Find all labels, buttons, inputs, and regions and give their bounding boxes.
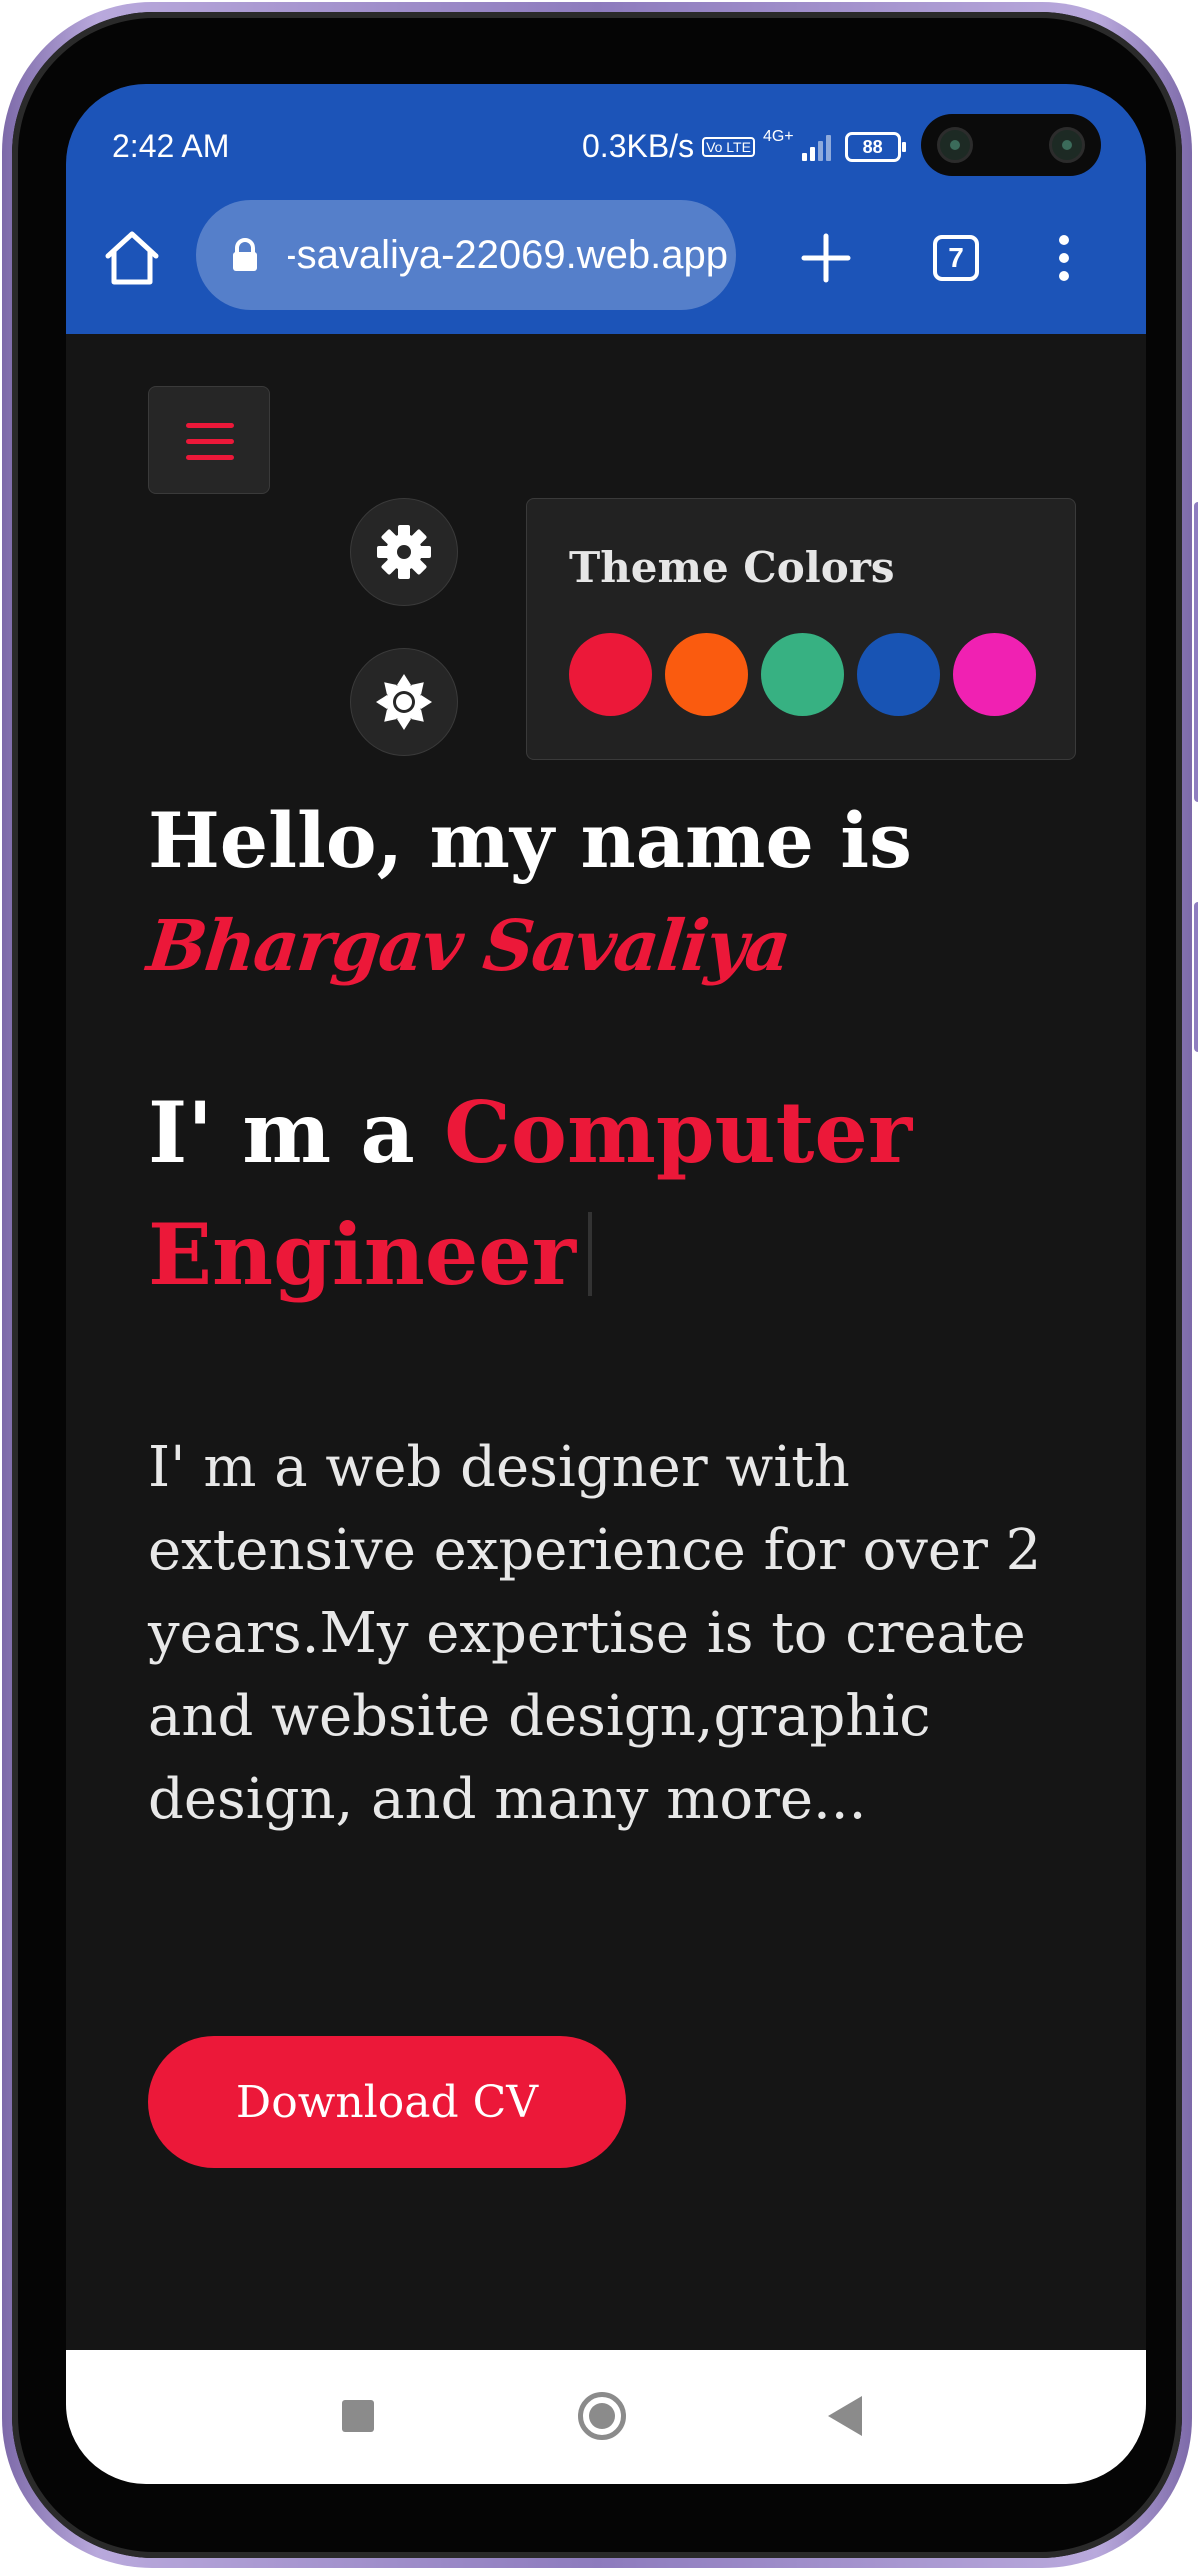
plus-icon[interactable] <box>794 226 858 290</box>
bio-text: I' m a web designer with extensive exper… <box>148 1435 1042 1832</box>
swatch-green[interactable] <box>761 633 844 716</box>
color-swatches <box>569 633 1036 716</box>
swatch-pink[interactable] <box>953 633 1036 716</box>
more-vert-icon[interactable] <box>1032 226 1096 290</box>
net-speed: 0.3KB/s <box>582 128 695 164</box>
gear-icon <box>377 525 431 579</box>
volume-button <box>1194 502 1198 802</box>
menu-bar <box>186 423 234 428</box>
power-button <box>1194 902 1198 1052</box>
greeting: Hello, my name is <box>148 796 912 885</box>
recents-icon[interactable] <box>342 2400 374 2432</box>
volte-icon: Vo LTE <box>702 136 755 157</box>
url-text: bhargav-savaliya-22069.web.app <box>288 233 728 277</box>
menu-bar <box>186 455 234 460</box>
nav-home-icon[interactable] <box>578 2392 626 2440</box>
role-prefix: I' m a <box>148 1083 445 1182</box>
home-icon[interactable] <box>100 226 164 290</box>
sun-icon <box>376 674 432 730</box>
status-indicators: 0.3KB/s Vo LTE 4G+ 88 <box>582 127 906 165</box>
browser-topbar: 2:42 AM 0.3KB/s Vo LTE 4G+ 88 -savaliya-… <box>66 84 1146 334</box>
back-icon[interactable] <box>828 2396 862 2436</box>
settings-toggle-button[interactable] <box>350 498 458 606</box>
tabs-button[interactable]: 7 <box>924 226 988 290</box>
theme-panel-title: Theme Colors <box>569 543 895 592</box>
swatch-orange[interactable] <box>665 633 748 716</box>
signal-icon <box>801 133 831 161</box>
page-content: Theme Colors Hello, my name is Bhargav S… <box>66 334 1146 2350</box>
camera-lens-icon <box>937 127 973 163</box>
system-nav-bar <box>66 2350 1146 2484</box>
lock-icon <box>228 238 262 272</box>
status-time: 2:42 AM <box>112 128 230 164</box>
download-cv-button[interactable]: Download CV <box>148 2036 626 2168</box>
role-heading: I' m a Computer Engineer <box>148 1072 1048 1316</box>
network-type: 4G+ <box>762 127 794 145</box>
tabs-icon: 7 <box>933 235 979 281</box>
theme-colors-panel: Theme Colors <box>526 498 1076 760</box>
menu-bar <box>186 439 234 444</box>
camera-lens-icon <box>1049 127 1085 163</box>
phone-frame: 2:42 AM 0.3KB/s Vo LTE 4G+ 88 -savaliya-… <box>2 2 1198 2568</box>
swatch-blue[interactable] <box>857 633 940 716</box>
phone-body: 2:42 AM 0.3KB/s Vo LTE 4G+ 88 -savaliya-… <box>12 12 1182 2558</box>
swatch-red[interactable] <box>569 633 652 716</box>
person-name: Bhargav Savaliya <box>143 904 794 987</box>
camera-cutout <box>921 114 1101 176</box>
hamburger-menu-button[interactable] <box>148 386 270 494</box>
day-night-toggle-button[interactable] <box>350 648 458 756</box>
typing-cursor <box>587 1212 592 1296</box>
url-bar[interactable]: bhargav-savaliya-22069.web.app <box>196 200 736 310</box>
battery-icon: 88 <box>844 131 906 162</box>
screen: 2:42 AM 0.3KB/s Vo LTE 4G+ 88 -savaliya-… <box>66 84 1146 2484</box>
